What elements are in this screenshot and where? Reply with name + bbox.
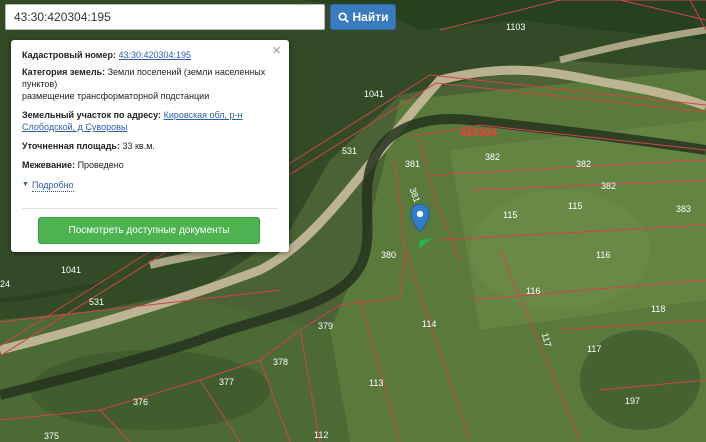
- address-label: Земельный участок по адресу:: [22, 110, 162, 120]
- cadastral-number-label: Кадастровый номер:: [22, 50, 116, 60]
- parcel-label[interactable]: 376: [133, 397, 148, 407]
- area-label: Уточненная площадь:: [22, 141, 120, 151]
- parcel-label[interactable]: 24: [0, 279, 10, 289]
- parcel-label[interactable]: 382: [576, 159, 591, 169]
- area-value: 33 кв.м.: [122, 141, 155, 151]
- land-category-row: Категория земель: Земли поселений (земли…: [22, 66, 277, 102]
- parcel-label[interactable]: 113: [369, 378, 383, 388]
- search-input[interactable]: [5, 4, 325, 30]
- parcel-label[interactable]: 1103: [506, 22, 525, 32]
- parcel-label[interactable]: 115: [568, 201, 582, 211]
- parcel-label[interactable]: 1041: [61, 265, 81, 275]
- details-toggle[interactable]: ▼ Подробно: [22, 179, 74, 192]
- parcel-label[interactable]: 383: [676, 204, 691, 214]
- parcel-label[interactable]: 114: [422, 319, 436, 329]
- survey-label: Межевание:: [22, 160, 76, 170]
- parcel-label[interactable]: 379: [318, 321, 333, 331]
- view-documents-button[interactable]: Посмотреть доступные документы: [38, 217, 260, 244]
- close-icon[interactable]: ×: [272, 43, 281, 59]
- parcel-label[interactable]: 197: [625, 396, 640, 406]
- parcel-label[interactable]: 382: [601, 181, 616, 191]
- area-row: Уточненная площадь: 33 кв.м.: [22, 140, 277, 152]
- parcel-label[interactable]: 531: [89, 297, 104, 307]
- search-button[interactable]: Найти: [330, 4, 396, 30]
- quarter-label: 420304: [460, 127, 498, 139]
- land-category-label: Категория земель:: [22, 67, 106, 77]
- parcel-label[interactable]: 531: [342, 146, 357, 156]
- permitted-use-value: размещение трансформаторной подстанции: [22, 91, 210, 101]
- parcel-label[interactable]: 118: [651, 304, 665, 314]
- parcel-label[interactable]: 380: [381, 250, 396, 260]
- parcel-label[interactable]: 375: [44, 431, 59, 441]
- survey-row: Межевание: Проведено: [22, 159, 277, 171]
- details-label: Подробно: [31, 179, 74, 192]
- cadastral-number-link[interactable]: 43:30:420304:195: [118, 50, 191, 60]
- search-icon: [337, 11, 349, 23]
- map-viewport[interactable]: 1103 1041 531 381 381 382 382 382 115 11…: [0, 0, 706, 442]
- parcel-info-popup: × Кадастровый номер: 43:30:420304:195 Ка…: [11, 40, 289, 252]
- parcel-label[interactable]: 116: [526, 286, 540, 296]
- parcel-label[interactable]: 112: [314, 430, 328, 440]
- parcel-label[interactable]: 377: [219, 377, 234, 387]
- parcel-label[interactable]: 1041: [364, 89, 384, 99]
- parcel-label[interactable]: 117: [587, 344, 601, 354]
- parcel-label[interactable]: 378: [273, 357, 288, 367]
- address-row: Земельный участок по адресу: Кировская о…: [22, 109, 277, 133]
- parcel-label[interactable]: 381: [405, 159, 420, 169]
- search-button-label: Найти: [352, 10, 389, 24]
- parcel-label[interactable]: 116: [596, 250, 610, 260]
- popup-divider: [22, 208, 278, 209]
- caret-down-icon: ▼: [22, 181, 29, 188]
- parcel-label[interactable]: 382: [485, 152, 500, 162]
- survey-value: Проведено: [77, 160, 124, 170]
- map-marker-icon[interactable]: [410, 202, 432, 250]
- parcel-label[interactable]: 115: [503, 210, 517, 220]
- cadastral-number-row: Кадастровый номер: 43:30:420304:195: [22, 49, 277, 61]
